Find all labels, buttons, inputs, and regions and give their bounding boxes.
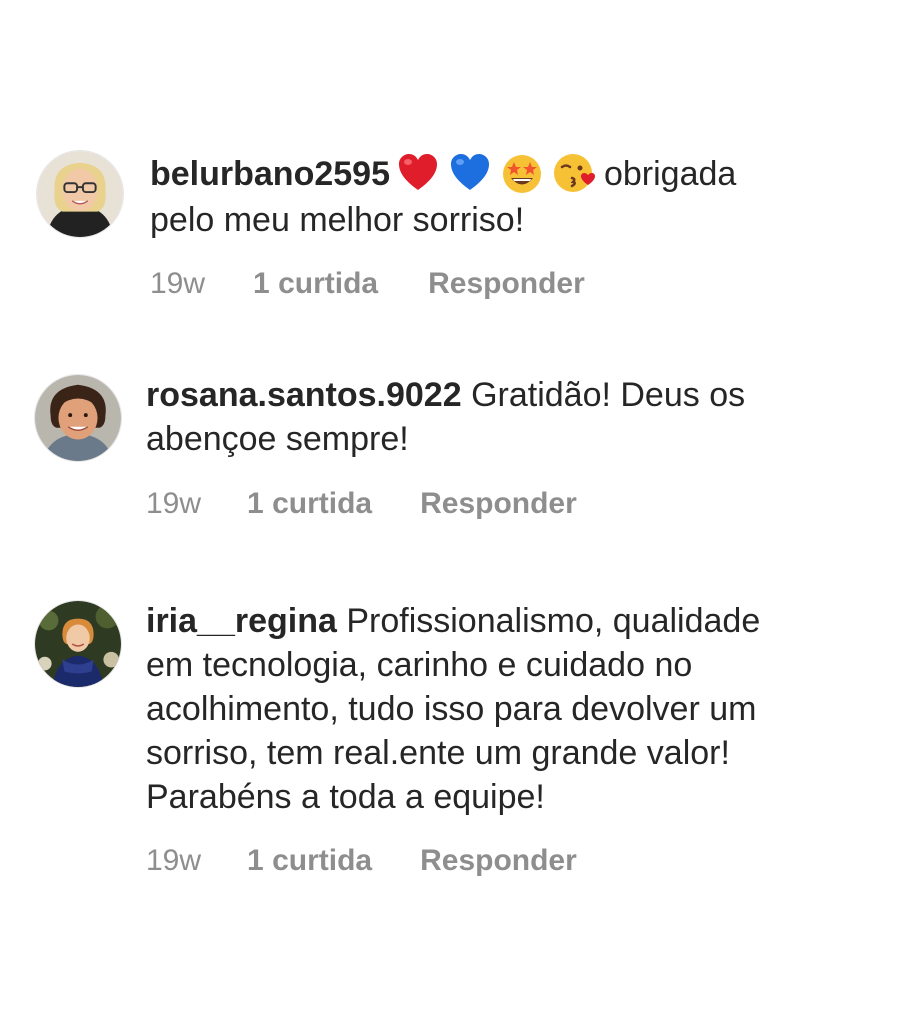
comment-likes[interactable]: 1 curtida — [247, 843, 372, 879]
reply-button[interactable]: Responder — [420, 486, 577, 522]
comment-username[interactable]: rosana.santos.9022 — [146, 376, 462, 414]
comment-body: em tecnologia, carinho e cuidado no — [146, 646, 693, 684]
avatar[interactable] — [36, 150, 124, 238]
avatar[interactable] — [34, 600, 122, 688]
comment-body: pelo meu melhor sorriso! — [150, 201, 525, 240]
comment-text: iria__regina Profissionalismo, qualidade… — [146, 599, 760, 819]
avatar-photo-woman-glasses — [37, 151, 123, 237]
red-heart-icon — [398, 154, 437, 191]
comment-time[interactable]: 19w — [150, 266, 205, 302]
comment-username[interactable]: belurbano2595 — [150, 155, 390, 193]
reply-button[interactable]: Responder — [428, 266, 585, 302]
comment-body: abençoe sempre! — [146, 420, 409, 458]
reply-button[interactable]: Responder — [420, 843, 577, 879]
comment-time[interactable]: 19w — [146, 486, 201, 522]
comment-body: acolhimento, tudo isso para devolver um — [146, 690, 757, 728]
avatar[interactable] — [34, 374, 122, 462]
comment-text: belurbano2595 obrigada pelo meu melhor s… — [150, 152, 736, 242]
comment-body: obrigada — [603, 155, 737, 193]
comment-username[interactable]: iria__regina — [146, 602, 337, 640]
comment-meta: 19w 1 curtida Responder — [150, 266, 585, 302]
comment-likes[interactable]: 1 curtida — [247, 486, 372, 522]
comment-meta: 19w 1 curtida Responder — [146, 486, 577, 522]
comment-body: Parabéns a toda a equipe! — [146, 778, 545, 816]
avatar-photo-woman-blue-dress — [35, 601, 121, 687]
comment-meta: 19w 1 curtida Responder — [146, 843, 577, 879]
comment-time[interactable]: 19w — [146, 843, 201, 879]
comment-body: Profissionalismo, qualidade — [346, 602, 761, 640]
comment-text: rosana.santos.9022 Gratidão! Deus os abe… — [146, 373, 745, 461]
blue-heart-icon — [450, 154, 489, 191]
comment-likes[interactable]: 1 curtida — [253, 266, 378, 302]
star-struck-face-icon — [502, 155, 541, 194]
comment-body: Gratidão! Deus os — [471, 376, 746, 414]
comment-body: sorriso, tem real.ente um grande valor! — [146, 734, 730, 772]
avatar-photo-woman — [35, 375, 121, 461]
emoji-group — [396, 151, 596, 195]
face-blowing-kiss-icon — [553, 154, 595, 193]
